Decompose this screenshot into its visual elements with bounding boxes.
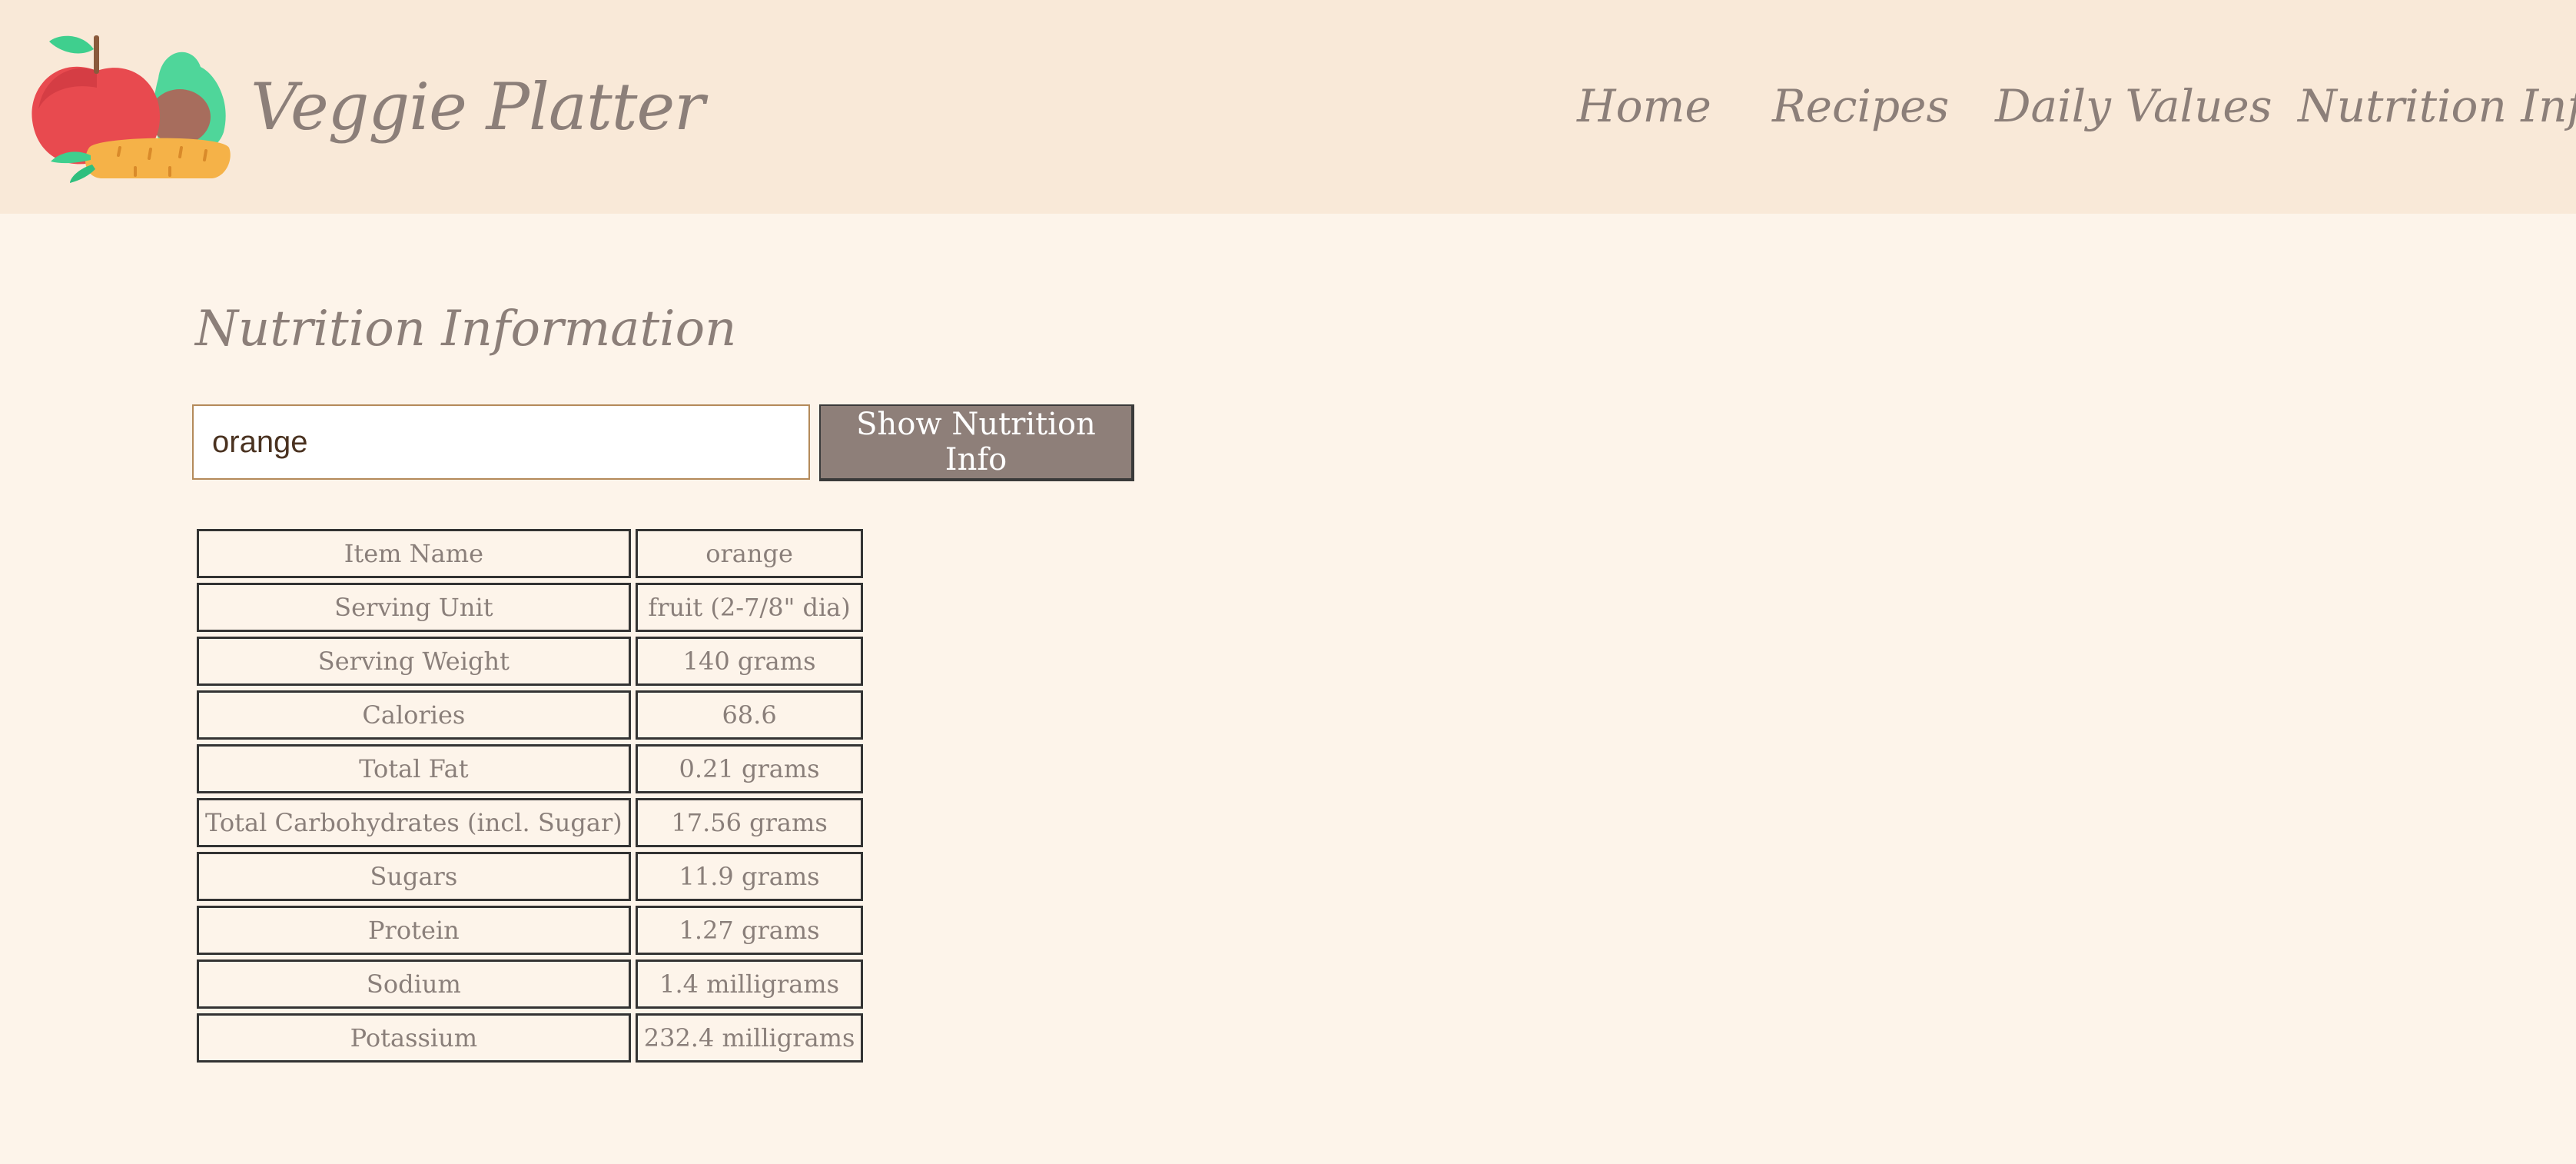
nav-recipes[interactable]: Recipes [1772,75,1949,137]
site-brand[interactable]: Veggie Platter [251,65,705,149]
table-row: Calories 68.6 [197,690,864,740]
row-value: 0.21 grams [635,744,864,793]
row-label: Serving Weight [197,637,631,686]
row-label: Protein [197,906,631,955]
fruit-vegetable-logo-icon[interactable] [28,32,234,183]
row-label: Total Fat [197,744,631,793]
row-label: Item Name [197,529,631,578]
food-search-input[interactable] [192,404,810,480]
row-value: 1.4 milligrams [635,959,864,1009]
row-value: 232.4 milligrams [635,1013,864,1063]
site-header: Veggie Platter Home Recipes Daily Values… [0,0,2576,214]
row-value: 11.9 grams [635,852,864,901]
row-value: 1.27 grams [635,906,864,955]
row-label: Serving Unit [197,583,631,632]
page-title: Nutrition Information [195,301,737,358]
table-row: Serving Weight 140 grams [197,637,864,686]
table-row: Potassium 232.4 milligrams [197,1013,864,1063]
row-label: Sodium [197,959,631,1009]
nav-home[interactable]: Home [1577,75,1711,137]
nav-nutrition-info[interactable]: Nutrition Info [2298,75,2576,137]
row-label: Potassium [197,1013,631,1063]
row-value: orange [635,529,864,578]
table-row: Protein 1.27 grams [197,906,864,955]
row-value: 140 grams [635,637,864,686]
nav-daily-values[interactable]: Daily Values [1995,75,2272,137]
table-row: Sodium 1.4 milligrams [197,959,864,1009]
row-label: Sugars [197,852,631,901]
row-label: Calories [197,690,631,740]
table-row: Serving Unit fruit (2-7/8" dia) [197,583,864,632]
row-value: 17.56 grams [635,798,864,847]
table-row: Total Carbohydrates (incl. Sugar) 17.56 g… [197,798,864,847]
table-row: Total Fat 0.21 grams [197,744,864,793]
row-value: fruit (2-7/8" dia) [635,583,864,632]
row-label: Total Carbohydrates (incl. Sugar) [197,798,631,847]
row-value: 68.6 [635,690,864,740]
table-row: Item Name orange [197,529,864,578]
nutrition-table: Item Name orange Serving Unit fruit (2-7/8"… [192,524,868,1067]
table-row: Sugars 11.9 grams [197,852,864,901]
show-nutrition-info-button[interactable]: Show Nutrition Info [819,404,1134,481]
